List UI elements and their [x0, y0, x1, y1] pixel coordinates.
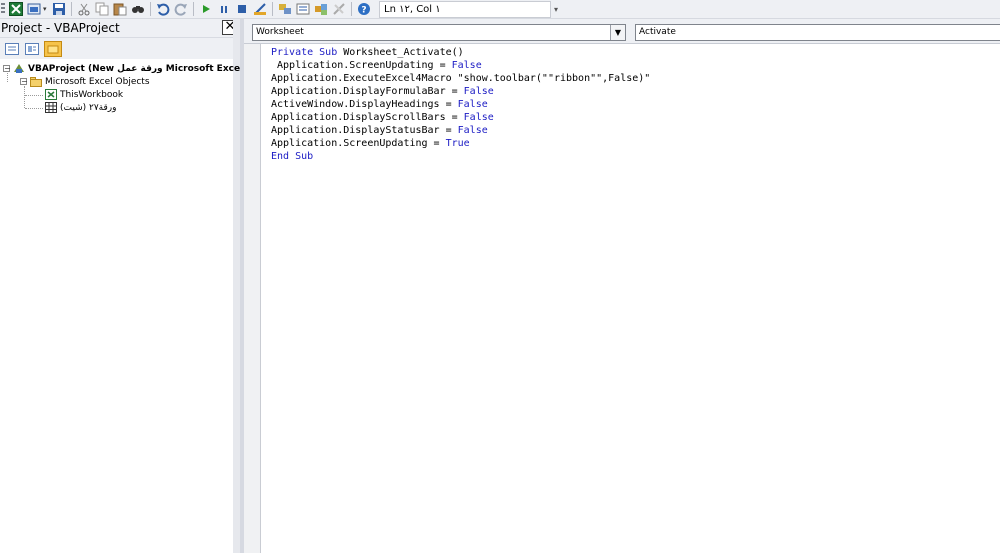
code-keyword: True	[445, 138, 470, 149]
code-text: Application.ScreenUpdating =	[271, 138, 446, 149]
object-browser-icon[interactable]	[313, 1, 329, 17]
code-line[interactable]: Application.ScreenUpdating = False	[271, 59, 650, 72]
code-editor[interactable]: Private Sub Worksheet_Activate() Applica…	[271, 46, 650, 163]
code-line[interactable]: End Sub	[271, 150, 650, 163]
toolbar-separator	[351, 2, 352, 16]
code-keyword: False	[463, 112, 494, 123]
code-margin-indicator-bar[interactable]	[244, 44, 261, 553]
collapse-icon[interactable]: −	[20, 78, 28, 86]
break-icon[interactable]	[216, 1, 232, 17]
redo-icon[interactable]	[173, 1, 189, 17]
object-dropdown[interactable]: Worksheet ▼	[252, 24, 626, 41]
chevron-down-icon[interactable]: ▼	[610, 25, 625, 40]
code-keyword: End Sub	[271, 151, 314, 162]
toolbar-grip[interactable]	[1, 3, 5, 15]
copy-icon[interactable]	[94, 1, 110, 17]
cut-icon[interactable]	[76, 1, 92, 17]
toolbar-separator	[150, 2, 151, 16]
toggle-folders-icon[interactable]	[44, 40, 62, 57]
code-keyword: False	[463, 86, 494, 97]
project-explorer-pane: Project - VBAProject ✕ − VBAProject (New…	[0, 19, 261, 553]
project-pane-toolbar	[0, 38, 240, 59]
view-object-icon[interactable]	[24, 41, 40, 57]
excel-view-icon[interactable]	[8, 1, 24, 17]
find-icon[interactable]	[130, 1, 146, 17]
procedure-dropdown[interactable]: Activate	[635, 24, 1000, 41]
code-text: ActiveWindow.DisplayHeadings =	[271, 99, 458, 110]
project-pane-header: Project - VBAProject ✕	[0, 19, 240, 38]
code-line[interactable]: Application.ScreenUpdating = True	[271, 137, 650, 150]
code-keyword: Private Sub	[271, 47, 344, 58]
code-keyword: False	[457, 99, 488, 110]
paste-icon[interactable]	[112, 1, 128, 17]
code-text: Application.DisplayScrollBars =	[271, 112, 464, 123]
collapse-icon[interactable]: −	[3, 65, 11, 73]
code-keyword: False	[451, 60, 482, 71]
cursor-position-readout: Ln ١٢, Col ١	[379, 1, 551, 18]
project-pane-title: Project - VBAProject	[1, 21, 120, 35]
project-explorer-icon[interactable]	[277, 1, 293, 17]
vba-project-icon	[13, 63, 25, 74]
design-mode-icon[interactable]	[252, 1, 268, 17]
code-line[interactable]: ActiveWindow.DisplayHeadings = False	[271, 98, 650, 111]
code-line[interactable]: Application.DisplayFormulaBar = False	[271, 85, 650, 98]
dropdown-arrow-icon[interactable]: ▾	[43, 5, 48, 13]
toolbar-separator	[193, 2, 194, 16]
code-text: Application.DisplayStatusBar =	[271, 125, 458, 136]
tree-item-label: VBAProject (New ورقة عمل Microsoft Excel…	[28, 63, 261, 74]
code-line[interactable]: Application.DisplayStatusBar = False	[271, 124, 650, 137]
code-line[interactable]: Application.ExecuteExcel4Macro "show.too…	[271, 72, 650, 85]
toolbar-options-icon[interactable]: ▾	[554, 5, 558, 14]
tree-item-label: ورقة٢٧ (شيت)	[60, 102, 117, 113]
tree-item-workbook[interactable]: ThisWorkbook	[0, 88, 233, 101]
folder-icon	[30, 76, 42, 87]
worksheet-icon	[45, 102, 57, 113]
undo-icon[interactable]	[155, 1, 171, 17]
code-text: Application.ExecuteExcel4Macro "show.too…	[271, 73, 651, 84]
project-pane-scrollbar[interactable]	[233, 19, 240, 553]
tree-item-folder[interactable]: − Microsoft Excel Objects	[0, 75, 233, 88]
project-tree: − VBAProject (New ورقة عمل Microsoft Exc…	[0, 62, 261, 114]
insert-module-icon[interactable]	[26, 1, 42, 17]
code-text: Application.DisplayFormulaBar =	[271, 86, 464, 97]
svg-text:?: ?	[361, 6, 366, 16]
code-combo-bar: Worksheet ▼ Activate	[244, 19, 1000, 44]
toolbar-separator	[272, 2, 273, 16]
code-line[interactable]: Private Sub Worksheet_Activate()	[271, 46, 650, 59]
code-window: Worksheet ▼ Activate Private Sub Workshe…	[244, 19, 1000, 553]
tree-item-label: ThisWorkbook	[60, 89, 124, 100]
view-code-icon[interactable]	[4, 41, 20, 57]
run-icon[interactable]	[198, 1, 214, 17]
code-line[interactable]: Application.DisplayScrollBars = False	[271, 111, 650, 124]
help-icon[interactable]: ?	[356, 1, 372, 17]
code-text: Worksheet_Activate()	[343, 47, 464, 58]
tree-item-label: Microsoft Excel Objects	[45, 76, 150, 87]
properties-icon[interactable]	[295, 1, 311, 17]
code-text: Application.ScreenUpdating =	[271, 60, 452, 71]
procedure-dropdown-value: Activate	[639, 27, 676, 37]
tree-item-sheet[interactable]: ورقة٢٧ (شيت)	[0, 101, 233, 114]
code-keyword: False	[457, 125, 488, 136]
tree-item-project[interactable]: − VBAProject (New ورقة عمل Microsoft Exc…	[0, 62, 261, 75]
toolbar-separator	[71, 2, 72, 16]
reset-icon[interactable]	[234, 1, 250, 17]
save-icon[interactable]	[51, 1, 67, 17]
workbook-icon	[45, 89, 57, 100]
object-dropdown-value: Worksheet	[256, 27, 304, 37]
toolbox-icon[interactable]	[331, 1, 347, 17]
